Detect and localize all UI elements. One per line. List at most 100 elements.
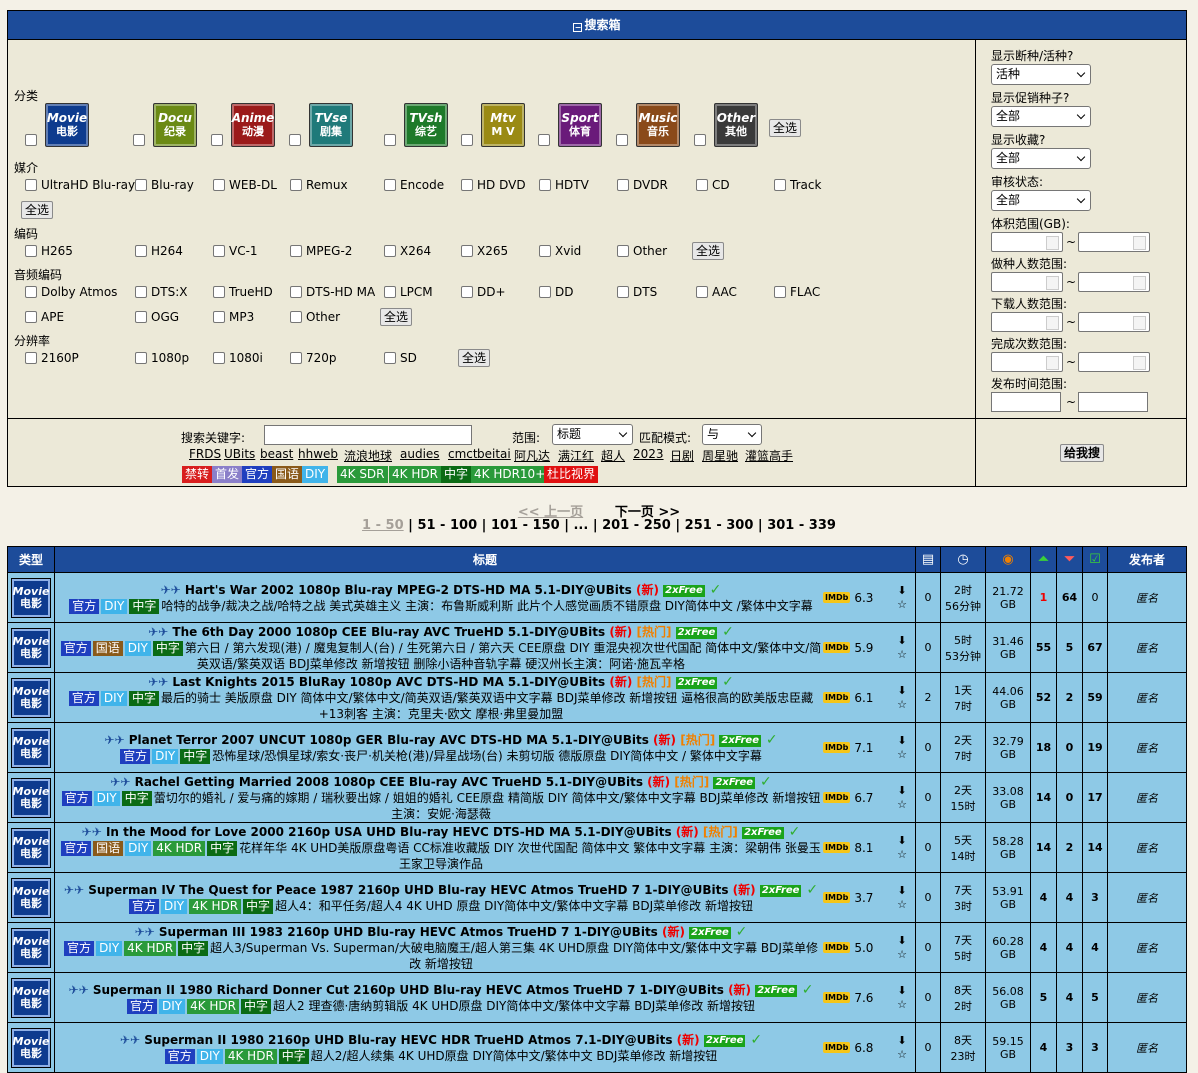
completed-count[interactable]: 0 bbox=[1082, 572, 1108, 623]
audio-option[interactable]: MP3 bbox=[213, 310, 254, 324]
seeders-max-input[interactable] bbox=[1078, 272, 1150, 292]
comments-count[interactable]: 0 bbox=[915, 772, 941, 823]
completed-count[interactable]: 19 bbox=[1082, 722, 1108, 773]
quick-link[interactable]: 灌篮高手 bbox=[745, 447, 793, 464]
category-checkbox[interactable] bbox=[133, 134, 145, 146]
time-min-input[interactable] bbox=[991, 392, 1061, 412]
table-row[interactable]: Movie 电影 ✈✈ Superman II 1980 2160p UHD Blu… bbox=[7, 1022, 1187, 1073]
completed-count[interactable]: 59 bbox=[1082, 672, 1108, 723]
download-icon[interactable]: ⬇ bbox=[897, 984, 906, 998]
medium-checkbox[interactable] bbox=[213, 179, 225, 191]
category-checkbox[interactable] bbox=[211, 134, 223, 146]
pin-icon[interactable]: ✈✈ bbox=[135, 925, 159, 939]
show-dead-select[interactable]: 活种 bbox=[991, 64, 1091, 85]
table-row[interactable]: Movie 电影 ✈✈ Hart's War 2002 1080p Blu-ray … bbox=[7, 572, 1187, 623]
category-anime-icon[interactable]: Anime 动漫 bbox=[231, 103, 275, 147]
movie-category-icon[interactable]: Movie 电影 bbox=[11, 677, 51, 718]
page-link[interactable]: 251 - 300 bbox=[685, 518, 754, 533]
codec-option[interactable]: X264 bbox=[384, 244, 431, 258]
comments-count[interactable]: 0 bbox=[915, 572, 941, 623]
codec-option[interactable]: H265 bbox=[25, 244, 73, 258]
comments-count[interactable]: 2 bbox=[915, 672, 941, 723]
match-select[interactable]: 与 bbox=[702, 424, 762, 445]
leechers-count[interactable]: 3 bbox=[1056, 1022, 1083, 1073]
codec-option[interactable]: VC-1 bbox=[213, 244, 258, 258]
codec-checkbox[interactable] bbox=[290, 245, 302, 257]
category-tvsh-icon[interactable]: TVsh 综艺 bbox=[404, 103, 448, 147]
movie-category-icon[interactable]: Movie 电影 bbox=[11, 827, 51, 868]
header-title[interactable]: 标题 bbox=[54, 546, 916, 573]
torrent-title-link[interactable]: Superman II 1980 2160p UHD Blu-ray HEVC … bbox=[144, 1033, 672, 1047]
download-icon[interactable]: ⬇ bbox=[897, 634, 906, 648]
seeders-min-input[interactable] bbox=[991, 272, 1063, 292]
leechers-count[interactable]: 0 bbox=[1056, 772, 1083, 823]
torrent-title-link[interactable]: Superman IV The Quest for Peace 1987 216… bbox=[88, 883, 728, 897]
medium-option[interactable]: HDTV bbox=[539, 178, 589, 192]
show-fav-select[interactable]: 全部 bbox=[991, 148, 1091, 169]
pin-icon[interactable]: ✈✈ bbox=[64, 883, 88, 897]
bookmark-star-icon[interactable]: ☆ bbox=[897, 748, 907, 762]
quick-link[interactable]: 阿凡达 bbox=[514, 447, 550, 464]
quick-link[interactable]: beast bbox=[260, 447, 293, 461]
select-all-category-button[interactable]: 全选 bbox=[769, 119, 802, 137]
leechers-count[interactable]: 2 bbox=[1056, 822, 1083, 873]
tag-filter[interactable]: 国语 bbox=[272, 466, 303, 483]
category-tvse-icon[interactable]: TVse 剧集 bbox=[309, 103, 353, 147]
torrent-title-link[interactable]: Superman III 1983 2160p UHD Blu-ray HEVC… bbox=[159, 925, 658, 939]
header-time[interactable]: ◷ bbox=[940, 546, 986, 573]
category-checkbox[interactable] bbox=[25, 134, 37, 146]
audio-option[interactable]: DTS-HD MA bbox=[290, 285, 375, 299]
medium-option[interactable]: HD DVD bbox=[461, 178, 526, 192]
category-mtv[interactable]: Mtv M V bbox=[461, 103, 525, 147]
table-row[interactable]: Movie 电影 ✈✈ Superman IV The Quest for Peac… bbox=[7, 872, 1187, 923]
header-comments[interactable]: ▤ bbox=[915, 546, 941, 573]
codec-checkbox[interactable] bbox=[384, 245, 396, 257]
torrent-title-link[interactable]: In the Mood for Love 2000 2160p USA UHD … bbox=[106, 825, 672, 839]
download-icon[interactable]: ⬇ bbox=[897, 684, 906, 698]
audio-option[interactable]: DTS:X bbox=[135, 285, 187, 299]
seeders-count[interactable]: 14 bbox=[1030, 822, 1057, 873]
audio-checkbox[interactable] bbox=[696, 286, 708, 298]
audio-option[interactable]: DTS bbox=[617, 285, 657, 299]
audio-checkbox[interactable] bbox=[290, 286, 302, 298]
bookmark-star-icon[interactable]: ☆ bbox=[897, 698, 907, 712]
category-music-icon[interactable]: Music 音乐 bbox=[636, 103, 680, 147]
bookmark-star-icon[interactable]: ☆ bbox=[897, 798, 907, 812]
audio-checkbox[interactable] bbox=[25, 311, 37, 323]
quick-link[interactable]: beitai bbox=[477, 447, 511, 461]
leechers-count[interactable]: 4 bbox=[1056, 972, 1083, 1023]
comments-count[interactable]: 0 bbox=[915, 822, 941, 873]
header-poster[interactable]: 发布者 bbox=[1107, 546, 1187, 573]
category-checkbox[interactable] bbox=[616, 134, 628, 146]
leechers-count[interactable]: 4 bbox=[1056, 922, 1083, 973]
table-row[interactable]: Movie 电影 ✈✈ The 6th Day 2000 1080p CEE Blu… bbox=[7, 622, 1187, 673]
medium-checkbox[interactable] bbox=[539, 179, 551, 191]
pin-icon[interactable]: ✈✈ bbox=[110, 775, 134, 789]
category-anime[interactable]: Anime 动漫 bbox=[211, 103, 275, 147]
audio-option[interactable]: APE bbox=[25, 310, 64, 324]
audio-option[interactable]: LPCM bbox=[384, 285, 433, 299]
seeders-count[interactable]: 4 bbox=[1030, 872, 1057, 923]
tag-filter[interactable]: 首发 bbox=[212, 466, 243, 483]
pin-icon[interactable]: ✈✈ bbox=[148, 625, 172, 639]
audio-option[interactable]: FLAC bbox=[774, 285, 820, 299]
medium-option[interactable]: Blu-ray bbox=[135, 178, 194, 192]
audio-checkbox[interactable] bbox=[135, 311, 147, 323]
audio-option[interactable]: Other bbox=[290, 310, 340, 324]
quick-link[interactable]: 2023 bbox=[633, 447, 664, 461]
medium-checkbox[interactable] bbox=[384, 179, 396, 191]
resolution-checkbox[interactable] bbox=[25, 352, 37, 364]
bookmark-star-icon[interactable]: ☆ bbox=[897, 848, 907, 862]
leechers-count[interactable]: 4 bbox=[1056, 872, 1083, 923]
pin-icon[interactable]: ✈✈ bbox=[82, 825, 106, 839]
download-icon[interactable]: ⬇ bbox=[897, 1034, 906, 1048]
audio-option[interactable]: OGG bbox=[135, 310, 179, 324]
pin-icon[interactable]: ✈✈ bbox=[148, 675, 172, 689]
comments-count[interactable]: 0 bbox=[915, 622, 941, 673]
audio-option[interactable]: DD+ bbox=[461, 285, 506, 299]
category-other[interactable]: Other 其他 bbox=[694, 103, 758, 147]
category-movie-icon[interactable]: Movie 电影 bbox=[45, 103, 89, 147]
category-movie[interactable]: Movie 电影 bbox=[25, 103, 89, 147]
header-size[interactable]: ◉ bbox=[985, 546, 1031, 573]
movie-category-icon[interactable]: Movie 电影 bbox=[11, 777, 51, 818]
